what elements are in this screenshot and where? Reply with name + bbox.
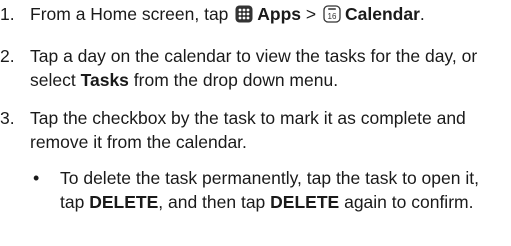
step-text: Tap the checkbox by the task to mark it … bbox=[30, 108, 466, 152]
tasks-label: Tasks bbox=[80, 70, 129, 90]
step-2: 2. Tap a day on the calendar to view the… bbox=[0, 44, 508, 92]
sub-part-3: again to confirm. bbox=[344, 192, 474, 212]
step-text: Tap a day on the calendar to view the ta… bbox=[30, 44, 508, 92]
bullet-dot: • bbox=[33, 168, 40, 188]
sub-part-2: , and then tap bbox=[158, 192, 266, 212]
step-1-prefix: From a Home screen, tap bbox=[30, 4, 229, 24]
delete-label-2: DELETE bbox=[270, 192, 340, 212]
step-2-text-after: from the drop down menu. bbox=[133, 70, 339, 90]
calendar-icon-number: 16 bbox=[328, 12, 337, 21]
step-1-suffix: . bbox=[419, 4, 425, 24]
apps-label: Apps bbox=[257, 4, 302, 24]
separator: > bbox=[305, 4, 317, 24]
sub-bullet: • To delete the task permanently, tap th… bbox=[30, 166, 508, 214]
step-text: From a Home screen, tap Apps > 16 Calend… bbox=[30, 2, 508, 29]
step-number: 2. bbox=[0, 46, 15, 66]
step-number: 1. bbox=[0, 4, 15, 24]
step-number: 3. bbox=[0, 108, 15, 128]
sub-bullet-text: To delete the task permanently, tap the … bbox=[60, 166, 508, 214]
calendar-label: Calendar bbox=[345, 4, 420, 24]
step-3: 3. Tap the checkbox by the task to mark … bbox=[0, 106, 508, 154]
step-1: 1. From a Home screen, tap Apps > 16 Cal… bbox=[0, 2, 508, 29]
delete-label-1: DELETE bbox=[89, 192, 159, 212]
calendar-icon: 16 bbox=[323, 5, 341, 29]
apps-grid-icon bbox=[235, 5, 253, 29]
